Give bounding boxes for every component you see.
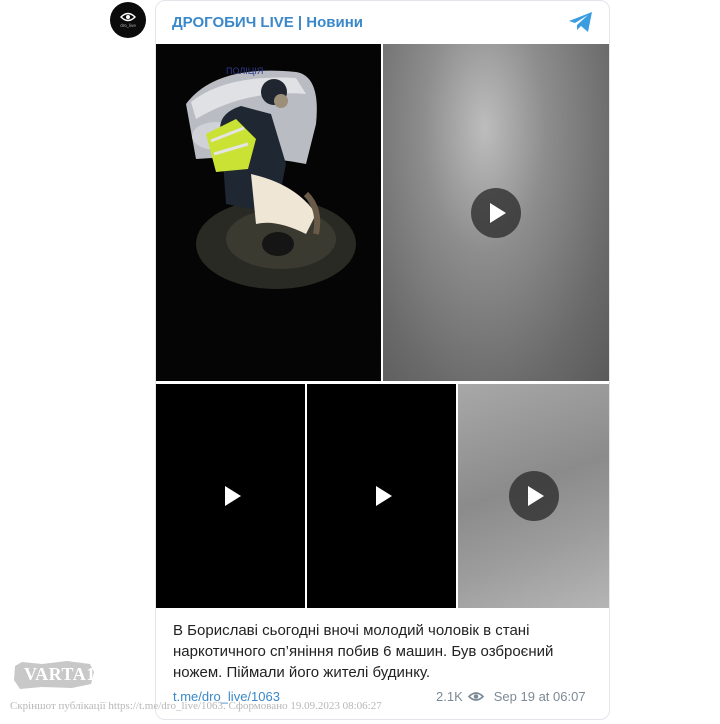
play-button[interactable] xyxy=(357,471,407,521)
varta-logo-text: VARTA1 xyxy=(24,664,96,684)
police-scene-image: ПОЛІЦІЯ xyxy=(156,44,381,381)
play-button[interactable] xyxy=(206,471,256,521)
post-caption: В Бориславі сьогодні вночі молодий чолов… xyxy=(173,622,554,681)
eye-logo-icon xyxy=(120,12,136,22)
channel-avatar[interactable]: dro_live xyxy=(110,2,146,38)
channel-title[interactable]: ДРОГОБИЧ LIVE | Новини xyxy=(172,14,363,31)
post-date[interactable]: Sep 19 at 06:07 xyxy=(494,689,586,704)
view-count: 2.1K xyxy=(436,689,463,704)
play-icon xyxy=(527,486,544,506)
avatar-caption: dro_live xyxy=(120,23,136,28)
media-video[interactable] xyxy=(156,384,305,608)
play-button[interactable] xyxy=(508,471,559,521)
telegram-icon[interactable] xyxy=(568,11,594,33)
media-photo[interactable]: ПОЛІЦІЯ xyxy=(156,44,381,381)
views-eye-icon xyxy=(467,692,484,701)
media-video[interactable] xyxy=(458,384,609,608)
post-header: ДРОГОБИЧ LIVE | Новини xyxy=(155,0,610,44)
car-text: ПОЛІЦІЯ xyxy=(226,66,263,76)
play-icon xyxy=(224,486,241,506)
media-video[interactable] xyxy=(307,384,456,608)
play-icon xyxy=(375,486,392,506)
media-video[interactable] xyxy=(383,44,609,381)
screenshot-watermark: Скріншот публікації https://t.me/dro_liv… xyxy=(10,700,382,712)
post-meta: 2.1K Sep 19 at 06:07 xyxy=(436,689,586,704)
play-icon xyxy=(490,202,506,223)
play-button[interactable] xyxy=(471,187,521,238)
